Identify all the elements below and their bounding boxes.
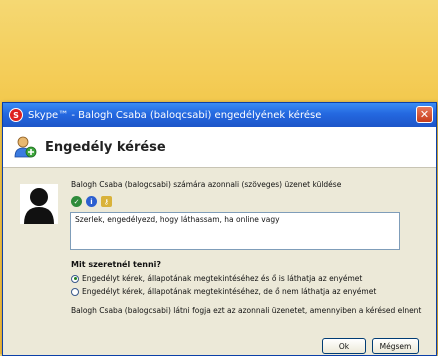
contact-status-icons: ✓ i ⚷ xyxy=(71,196,112,207)
option-one-way-visibility[interactable]: Engedélyt kérek, állapotának megtekintés… xyxy=(71,287,376,296)
info-icon: i xyxy=(86,196,97,207)
contact-avatar xyxy=(20,184,58,224)
online-status-icon: ✓ xyxy=(71,196,82,207)
option-label: Engedélyt kérek, állapotának megtekintés… xyxy=(82,287,377,296)
request-intro: Balogh Csaba (balogcsabi) számára azonna… xyxy=(71,180,342,189)
request-message-input[interactable]: Szerlek, engedélyezd, hogy láthassam, ha… xyxy=(70,212,400,250)
radio-button[interactable] xyxy=(71,287,79,296)
title-bar[interactable]: S Skype™ - Balogh Csaba (baloqcsabi) eng… xyxy=(3,103,436,127)
permission-dialog: S Skype™ - Balogh Csaba (baloqcsabi) eng… xyxy=(2,102,437,356)
close-button[interactable]: ✕ xyxy=(416,106,433,123)
radio-button[interactable] xyxy=(71,274,79,283)
cancel-button[interactable]: Mégsem xyxy=(372,338,419,354)
skype-icon: S xyxy=(9,108,23,122)
visibility-note: Balogh Csaba (balogcsabi) látni fogja ez… xyxy=(71,306,422,315)
dialog-header: Engedély kérése xyxy=(3,127,436,168)
option-mutual-visibility[interactable]: Engedélyt kérek, állapotának megtekintés… xyxy=(71,274,362,283)
choice-question: Mit szeretnél tenni? xyxy=(71,260,162,269)
ok-button[interactable]: Ok xyxy=(322,338,366,354)
option-label: Engedélyt kérek, állapotának megtekintés… xyxy=(82,274,363,283)
window-title: Skype™ - Balogh Csaba (baloqcsabi) enged… xyxy=(28,109,322,121)
dialog-body: Balogh Csaba (balogcsabi) számára azonna… xyxy=(3,168,436,354)
dialog-heading: Engedély kérése xyxy=(45,139,166,155)
lock-icon: ⚷ xyxy=(101,196,112,207)
add-contact-icon xyxy=(14,136,37,158)
